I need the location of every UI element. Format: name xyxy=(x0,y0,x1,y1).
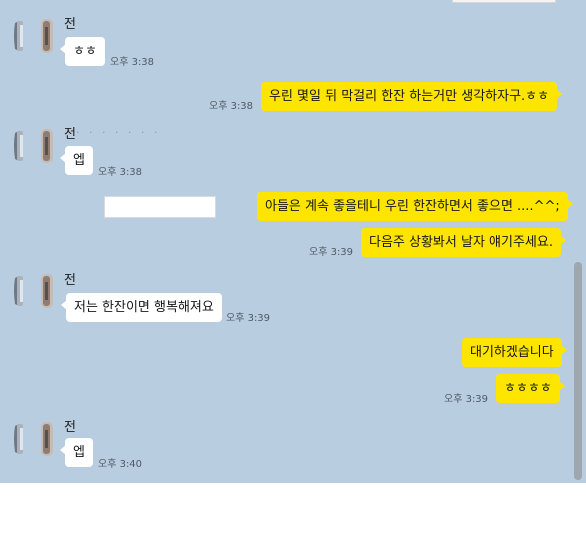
avatar[interactable] xyxy=(12,15,58,55)
message-bubble[interactable]: 다음주 상황봐서 날자 얘기주세요. xyxy=(361,228,566,257)
avatar[interactable] xyxy=(12,418,58,458)
message-time: 오후 3:40 xyxy=(98,459,143,470)
message-time: 오후 3:38 xyxy=(209,101,254,112)
profile-photo-icon xyxy=(12,15,58,55)
avatar[interactable] xyxy=(12,125,58,165)
profile-photo-icon xyxy=(12,418,58,458)
message-bubble[interactable]: 대기하겠습니다 xyxy=(462,338,567,367)
sender-name: 전 xyxy=(64,17,76,32)
message-bubble[interactable]: ㅎㅎ xyxy=(60,37,105,66)
input-box[interactable] xyxy=(104,196,216,218)
sender-name-overflow: · · · · · · · xyxy=(76,126,161,139)
sender-name: 전 xyxy=(64,273,76,288)
message-bubble[interactable]: 아들은 계속 좋을테니 우린 한잔하면서 좋으면 ....^^; xyxy=(257,192,573,221)
message-bubble[interactable]: 저는 한잔이면 행복해져요 xyxy=(61,293,222,322)
message-time: 오후 3:39 xyxy=(309,247,354,258)
chat-window: 전 ㅎㅎ 오후 3:38 오후 3:38 우린 몇일 뒤 막걸리 한잔 하는거만… xyxy=(0,0,586,483)
message-time: 오후 3:39 xyxy=(226,313,271,324)
message-bubble[interactable]: 엡 xyxy=(60,438,93,467)
profile-photo-icon xyxy=(12,270,58,310)
message-time: 오후 3:39 xyxy=(444,394,489,405)
partial-element xyxy=(452,0,556,3)
scrollbar-thumb[interactable] xyxy=(574,262,582,480)
sender-name: 전 xyxy=(64,420,76,435)
sender-name: 전 xyxy=(64,127,76,142)
message-bubble[interactable]: ㅎㅎㅎㅎ xyxy=(496,374,565,403)
message-bubble[interactable]: 우린 몇일 뒤 막걸리 한잔 하는거만 생각하자구.ㅎㅎ xyxy=(261,82,563,111)
avatar[interactable] xyxy=(12,270,58,310)
message-bubble[interactable]: 엡 xyxy=(60,146,93,175)
message-time: 오후 3:38 xyxy=(110,57,155,68)
bottom-panel xyxy=(0,483,586,555)
message-time: 오후 3:38 xyxy=(98,167,143,178)
profile-photo-icon xyxy=(12,125,58,165)
